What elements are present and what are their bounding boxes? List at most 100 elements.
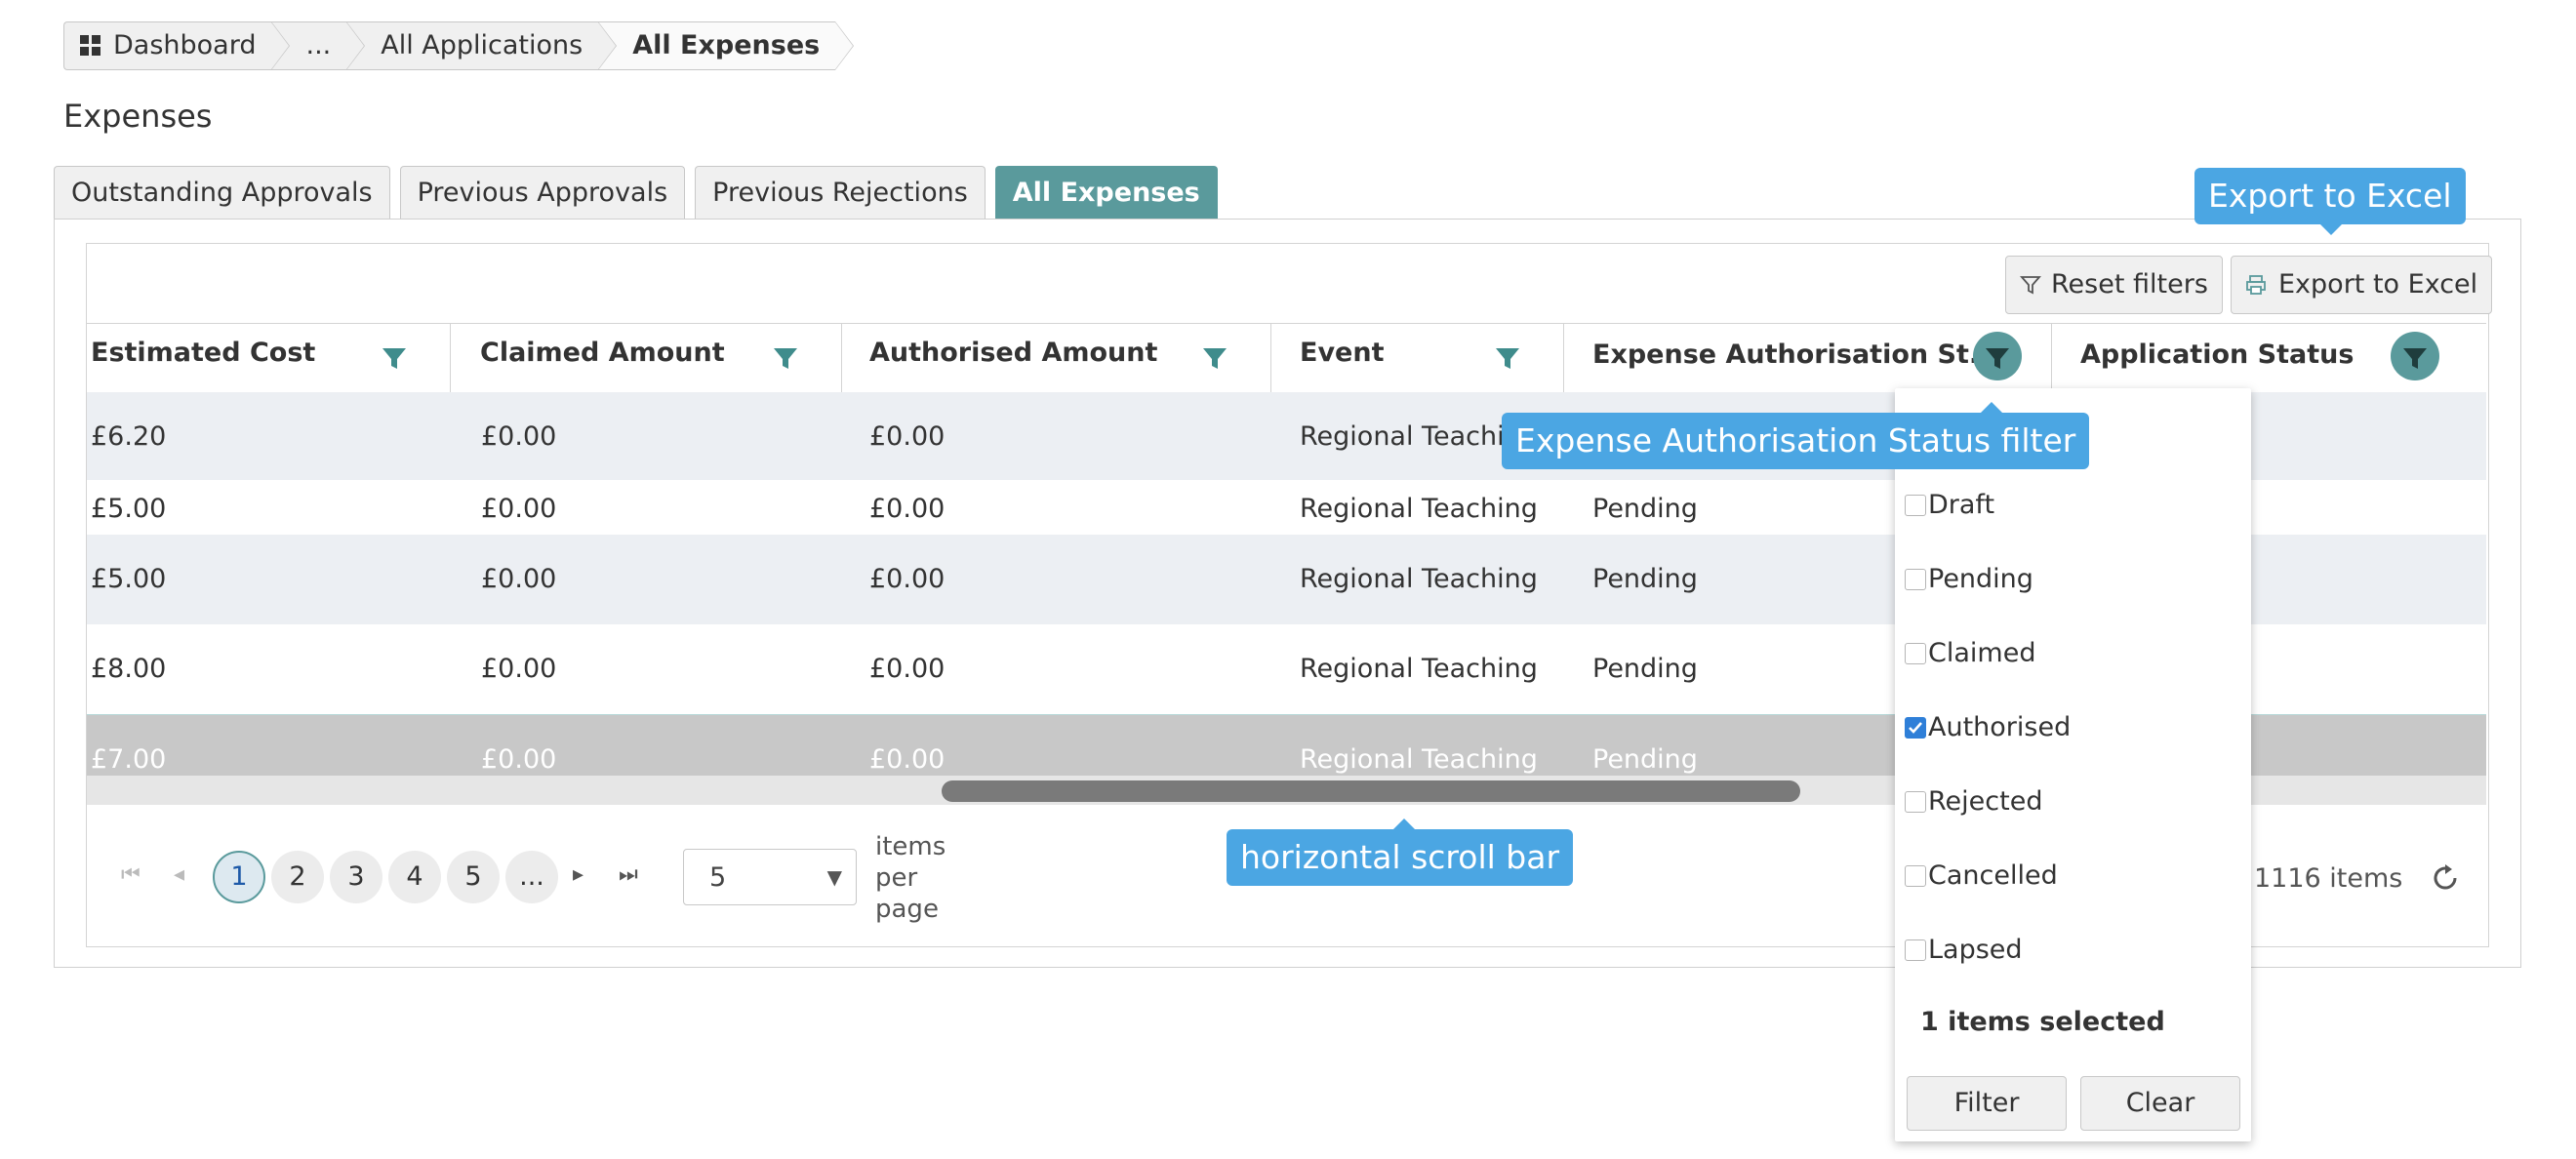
cell-estimated-cost: £7.00 xyxy=(91,744,167,775)
col-estimated-cost-label: Estimated Cost xyxy=(91,338,316,368)
page-button-1[interactable]: 1 xyxy=(213,851,265,903)
filter-option-claimed[interactable]: Claimed xyxy=(1905,638,2035,668)
checkbox[interactable] xyxy=(1905,494,1926,516)
active-filter-button[interactable] xyxy=(1973,332,2022,380)
previous-page-icon[interactable]: ◂ xyxy=(174,862,184,887)
total-items-label: 1116 items xyxy=(2254,863,2403,894)
tooltip-arrow xyxy=(1981,402,2002,413)
grid-header: Estimated Cost Claimed Amount Authorised… xyxy=(87,323,2486,393)
col-event-label: Event xyxy=(1300,338,1385,368)
chevron-down-icon: ▼ xyxy=(826,865,842,889)
column-filter-icon xyxy=(2403,348,2427,369)
filter-option-label: Authorised xyxy=(1928,712,2072,742)
filter-option-authorised[interactable]: Authorised xyxy=(1905,712,2071,742)
page-button-3[interactable]: 3 xyxy=(330,851,382,903)
filter-option-rejected[interactable]: Rejected xyxy=(1905,786,2042,817)
cell-estimated-cost: £8.00 xyxy=(91,654,167,684)
cell-claimed-amount: £0.00 xyxy=(481,744,557,775)
next-page-icon[interactable]: ▸ xyxy=(573,862,584,887)
col-authorised-amount-label: Authorised Amount xyxy=(869,338,1158,368)
col-event: Event xyxy=(1270,324,1564,392)
status-filter-annotation-tooltip: Expense Authorisation Status filter xyxy=(1502,413,2090,469)
checkbox[interactable] xyxy=(1905,568,1926,590)
cell-estimated-cost: £6.20 xyxy=(91,421,167,452)
column-filter-icon[interactable] xyxy=(1200,343,1229,373)
tab-previous-rejections[interactable]: Previous Rejections xyxy=(695,166,986,220)
col-claimed-amount: Claimed Amount xyxy=(450,324,842,392)
cell-event: Regional Teaching xyxy=(1300,654,1538,684)
filter-option-draft[interactable]: Draft xyxy=(1905,490,1994,520)
filter-option-label: Rejected xyxy=(1928,786,2043,817)
cell-claimed-amount: £0.00 xyxy=(481,564,557,594)
column-filter-icon[interactable] xyxy=(771,343,800,373)
breadcrumb-all-applications[interactable]: All Applications xyxy=(346,21,618,70)
first-page-icon[interactable]: ⏮ xyxy=(121,862,141,887)
cell-authorised-amount: £0.00 xyxy=(869,564,946,594)
horizontal-scrollbar-thumb[interactable] xyxy=(942,780,1800,802)
refresh-icon[interactable] xyxy=(2430,862,2461,894)
cell-event: Regional Teaching xyxy=(1300,494,1538,524)
status-filter-popup: Draft Pending Claimed Authorised Rejecte… xyxy=(1895,388,2251,1141)
tooltip-arrow xyxy=(1393,819,1415,829)
page-button-5[interactable]: 5 xyxy=(447,851,500,903)
page-size-value: 5 xyxy=(709,862,727,893)
filter-apply-button[interactable]: Filter xyxy=(1907,1076,2067,1131)
cell-event: Regional Teachin xyxy=(1300,421,1521,452)
filter-option-label: Draft xyxy=(1928,490,1995,520)
tab-bar: Outstanding Approvals Previous Approvals… xyxy=(54,166,1218,220)
active-filter-button[interactable] xyxy=(2391,332,2439,380)
breadcrumb: Dashboard ... All Applications All Expen… xyxy=(63,21,855,70)
checkbox[interactable] xyxy=(1905,790,1926,813)
cell-authorisation-status: Pending xyxy=(1592,654,1698,684)
tooltip-arrow xyxy=(2320,224,2342,235)
col-claimed-amount-label: Claimed Amount xyxy=(480,338,725,368)
breadcrumb-dashboard-label: Dashboard xyxy=(113,30,257,60)
cell-authorisation-status: Pending xyxy=(1592,564,1698,594)
filter-option-pending[interactable]: Pending xyxy=(1905,564,2033,594)
page-button-4[interactable]: 4 xyxy=(388,851,441,903)
cell-authorisation-status: Pending xyxy=(1592,494,1698,524)
page-size-select[interactable]: 5 ▼ xyxy=(683,849,857,905)
checkbox[interactable] xyxy=(1905,939,1926,961)
filter-clear-button[interactable]: Clear xyxy=(2080,1076,2240,1131)
col-authorised-amount: Authorised Amount xyxy=(841,324,1271,392)
filter-option-label: Claimed xyxy=(1928,638,2036,668)
tab-all-expenses[interactable]: All Expenses xyxy=(994,166,1218,220)
page-button-2[interactable]: 2 xyxy=(271,851,324,903)
tab-previous-approvals[interactable]: Previous Approvals xyxy=(399,166,686,220)
cell-event: Regional Teaching xyxy=(1300,744,1538,775)
last-page-icon[interactable]: ⏭ xyxy=(619,862,638,887)
cell-authorised-amount: £0.00 xyxy=(869,654,946,684)
filter-option-label: Lapsed xyxy=(1928,935,2023,965)
filter-outline-icon xyxy=(2020,276,2041,295)
col-expense-authorisation-status-label: Expense Authorisation St... xyxy=(1592,340,1999,370)
filter-option-lapsed[interactable]: Lapsed xyxy=(1905,935,2023,965)
items-selected-summary: 1 items selected xyxy=(1920,1007,2165,1037)
tab-outstanding-approvals[interactable]: Outstanding Approvals xyxy=(54,166,390,220)
page-button-more[interactable]: ... xyxy=(505,851,558,903)
col-application-status-label: Application Status xyxy=(2080,340,2355,370)
cell-authorised-amount: £0.00 xyxy=(869,494,946,524)
reset-filters-button[interactable]: Reset filters xyxy=(2005,256,2223,314)
breadcrumb-all-expenses: All Expenses xyxy=(598,21,855,70)
filter-option-cancelled[interactable]: Cancelled xyxy=(1905,860,2058,891)
checkbox[interactable] xyxy=(1905,864,1926,887)
column-filter-icon[interactable] xyxy=(1493,343,1522,373)
filter-option-label: Cancelled xyxy=(1928,860,2058,891)
export-to-excel-button[interactable]: Export to Excel xyxy=(2231,256,2493,314)
filter-option-label: Pending xyxy=(1928,564,2033,594)
breadcrumb-dashboard[interactable]: Dashboard xyxy=(63,21,292,70)
column-filter-icon[interactable] xyxy=(380,343,409,373)
checkbox[interactable] xyxy=(1905,642,1926,664)
export-annotation-tooltip: Export to Excel xyxy=(2194,168,2466,224)
cell-estimated-cost: £5.00 xyxy=(91,564,167,594)
col-application-status: Application Status xyxy=(2051,324,2486,392)
printer-icon xyxy=(2246,275,2266,295)
items-per-page-label: items per page xyxy=(875,832,946,924)
cell-claimed-amount: £0.00 xyxy=(481,494,557,524)
export-to-excel-label: Export to Excel xyxy=(2278,269,2478,300)
cell-claimed-amount: £0.00 xyxy=(481,421,557,452)
cell-estimated-cost: £5.00 xyxy=(91,494,167,524)
checkbox-checked[interactable] xyxy=(1905,716,1926,739)
scrollbar-annotation-tooltip: horizontal scroll bar xyxy=(1227,829,1574,886)
